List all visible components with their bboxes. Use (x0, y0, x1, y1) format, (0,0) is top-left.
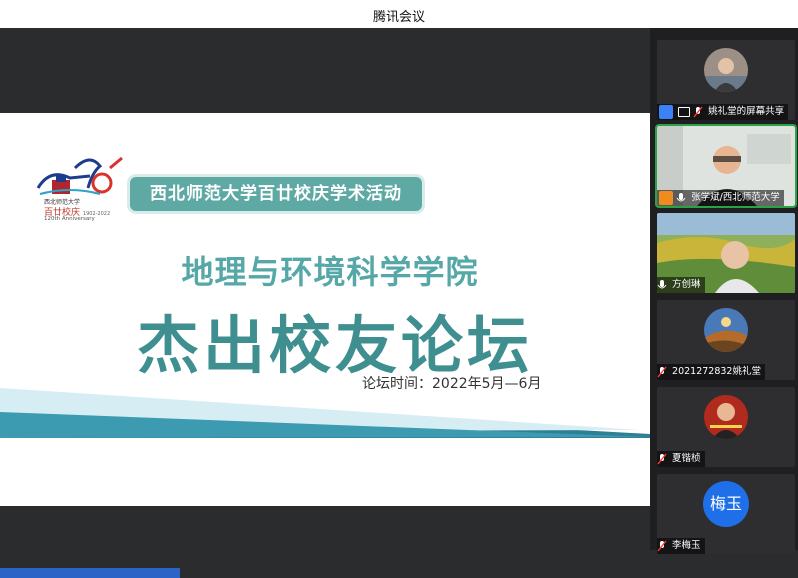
participant-tile[interactable]: 姚礼堂的屏幕共享 (657, 40, 795, 120)
bottom-status-strip (0, 568, 180, 578)
participant-name-bar: 方创琳 (657, 277, 705, 293)
user-icon (659, 104, 673, 119)
participant-name-bar: 张学斌/西北师范大学 (657, 190, 784, 206)
mic-icon[interactable] (657, 279, 667, 291)
slide-headline-school: 地理与环境科学学院 (181, 253, 479, 291)
avatar (704, 308, 748, 352)
participant-name-bar: 2021272832姚礼堂 (657, 364, 765, 380)
participant-tile[interactable]: 夏锴桢 (657, 387, 795, 467)
decorative-stripe (0, 388, 650, 438)
participant-name-bar: 姚礼堂的屏幕共享 (657, 104, 789, 120)
user-icon (659, 190, 673, 205)
mic-muted-icon[interactable] (693, 106, 703, 118)
title-bar: 腾讯会议 (0, 0, 798, 29)
participant-name: 方创琳 (672, 279, 701, 290)
participant-name-bar: 李梅玉 (657, 538, 705, 554)
participant-tile[interactable]: 梅玉 李梅玉 (657, 474, 795, 554)
event-banner: 西北师范大学百廿校庆学术活动 (130, 177, 422, 211)
participant-tile[interactable]: 2021272832姚礼堂 (657, 300, 795, 380)
participant-name: 姚礼堂的屏幕共享 (708, 106, 785, 117)
participant-name-bar: 夏锴桢 (657, 451, 705, 467)
participant-name: 夏锴桢 (672, 453, 701, 464)
forum-time: 论坛时间：2022年5月—6月 (360, 373, 544, 393)
screen-share-icon (678, 106, 691, 117)
participant-name: 张学斌/西北师范大学 (691, 192, 780, 203)
participant-tile-active[interactable]: 张学斌/西北师范大学 (655, 124, 797, 208)
participant-gallery[interactable]: 姚礼堂的屏幕共享 张学斌/西北师范大学 方创琳 2021272832姚礼堂 夏锴… (650, 28, 798, 554)
mic-muted-icon[interactable] (657, 366, 667, 378)
logo-english: 120th Anniversary (44, 216, 95, 222)
participant-name: 2021272832姚礼堂 (672, 366, 761, 377)
screen-share-area: 西北师范大学 百廿校庆 1902-2022 120th Anniversary … (0, 28, 650, 578)
mic-muted-icon[interactable] (657, 453, 667, 465)
mic-icon[interactable] (676, 192, 686, 204)
avatar (704, 395, 748, 439)
avatar (704, 48, 748, 92)
participant-name: 李梅玉 (672, 540, 701, 551)
participant-tile[interactable]: 方创琳 (657, 213, 795, 293)
avatar: 梅玉 (703, 481, 749, 527)
presentation-slide: 西北师范大学 百廿校庆 1902-2022 120th Anniversary … (0, 113, 650, 506)
app-title: 腾讯会议 (372, 10, 425, 25)
